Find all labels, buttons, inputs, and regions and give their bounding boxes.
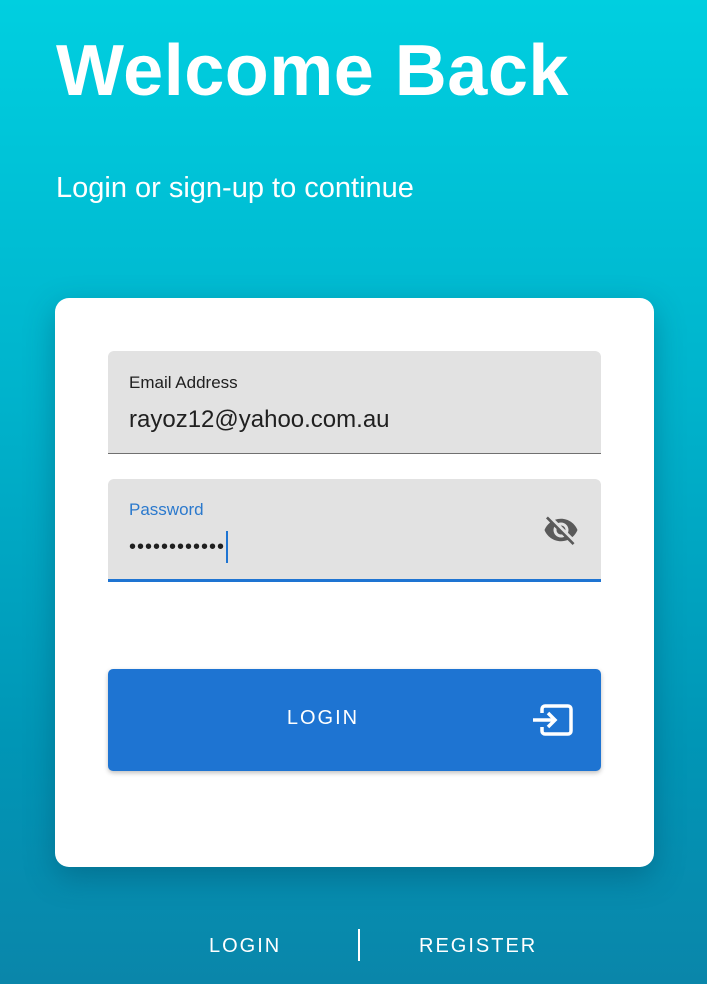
login-icon	[533, 704, 573, 736]
eye-off-icon[interactable]	[541, 512, 581, 548]
text-caret	[226, 531, 229, 563]
bottom-nav: LOGIN REGISTER	[0, 915, 707, 975]
nav-register-link[interactable]: REGISTER	[419, 935, 537, 958]
page-subtitle: Login or sign-up to continue	[56, 172, 414, 204]
password-field[interactable]: Password ••••••••••••	[108, 479, 601, 582]
email-input[interactable]: rayoz12@yahoo.com.au	[129, 406, 390, 434]
email-field-label: Email Address	[129, 373, 238, 392]
login-button[interactable]: LOGIN	[108, 669, 601, 771]
password-field-label: Password	[129, 500, 204, 519]
password-masked-value: ••••••••••••	[129, 535, 226, 558]
nav-login-link[interactable]: LOGIN	[209, 935, 281, 958]
login-card: Email Address rayoz12@yahoo.com.au Passw…	[55, 298, 654, 867]
nav-divider	[358, 929, 360, 961]
email-field[interactable]: Email Address rayoz12@yahoo.com.au	[108, 351, 601, 454]
password-input[interactable]: ••••••••••••	[129, 531, 229, 563]
page-title: Welcome Back	[56, 31, 569, 111]
login-button-label: LOGIN	[286, 707, 360, 729]
